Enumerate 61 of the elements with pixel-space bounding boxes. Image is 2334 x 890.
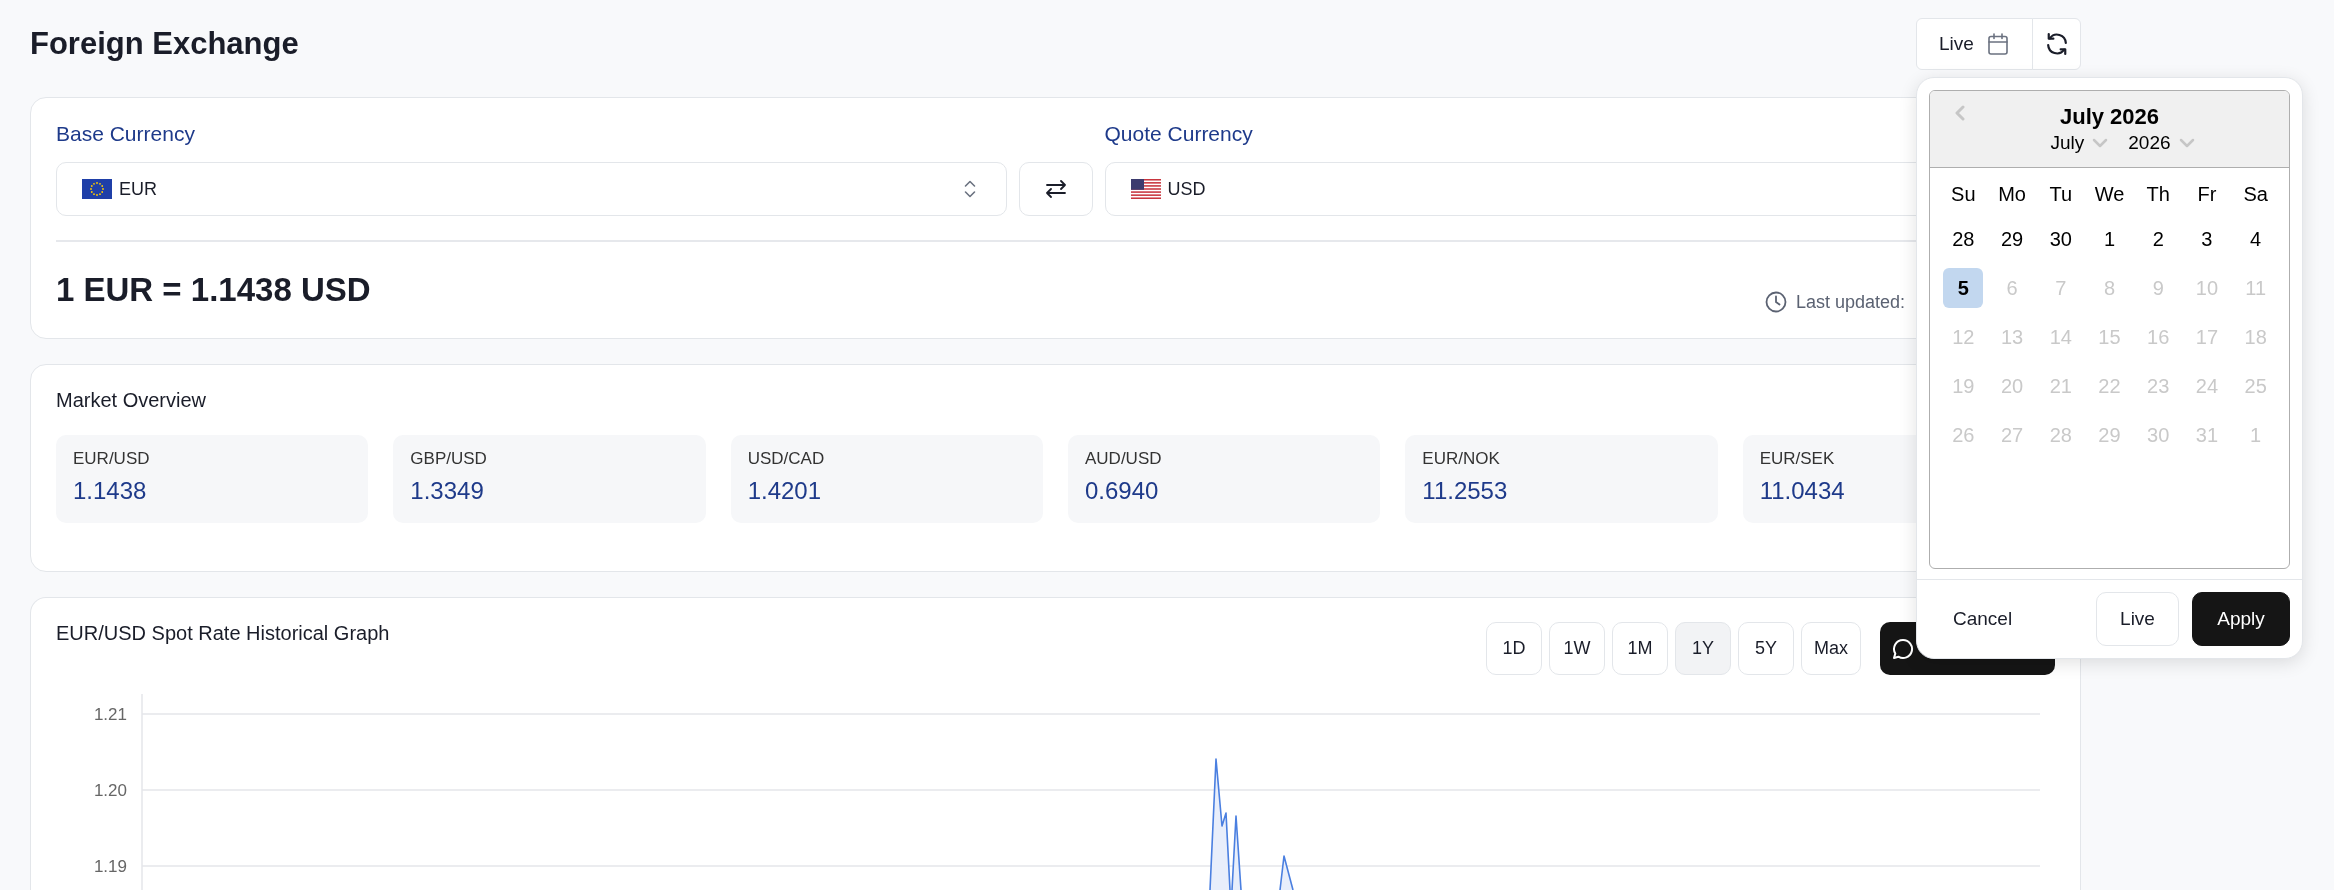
weekday-label: Su: [1950, 182, 1977, 207]
calendar-day[interactable]: 2: [2138, 218, 2179, 259]
weekday-label: Th: [2145, 182, 2171, 207]
rate-value: 1.3349: [410, 476, 485, 506]
rate-value: 11.0434: [1759, 476, 1846, 506]
month-dropdown[interactable]: July: [2050, 131, 2109, 155]
y-axis-label: 1.20: [93, 780, 127, 800]
chevron-down-icon: [2178, 138, 2195, 148]
weekday-label: Sa: [2242, 182, 2269, 207]
field-label: Quote Currency: [1104, 121, 1254, 147]
calendar-icon: [1987, 33, 2008, 55]
calendar-day[interactable]: 4: [2235, 218, 2276, 259]
range-tab[interactable]: 1D: [1486, 622, 1542, 675]
range-tab[interactable]: 1M: [1612, 622, 1668, 675]
clock-icon: [1764, 291, 1787, 313]
date-mode-button[interactable]: Live: [1916, 18, 2033, 70]
currency-pair-label: EUR/NOK: [1422, 448, 1501, 470]
currency-pair-label: EUR/SEK: [1759, 448, 1836, 470]
range-tab[interactable]: 1Y: [1675, 622, 1731, 675]
exchange-rate: 1 EUR = 1.1438 USD: [56, 270, 371, 311]
y-axis-label: 1.21: [93, 704, 127, 724]
section-title: EUR/USD Spot Rate Historical Graph: [56, 621, 390, 646]
swap-button[interactable]: [1018, 162, 1093, 216]
calendar-day[interactable]: 29: [1992, 218, 2033, 259]
chevron-down-icon: [2092, 138, 2109, 148]
calendar-day[interactable]: 28: [1943, 218, 1984, 259]
calendar-day[interactable]: 3: [2186, 218, 2227, 259]
weekday-label: Fr: [2196, 182, 2218, 207]
us-flag-icon: [1130, 179, 1161, 199]
range-tab[interactable]: Max: [1801, 622, 1861, 675]
y-axis-label: 1.19: [93, 856, 127, 876]
apply-button[interactable]: Apply: [2192, 592, 2290, 646]
live-button[interactable]: Live: [2096, 592, 2179, 646]
currency-pair-label: USD/CAD: [747, 448, 826, 470]
rate-value: 1.1438: [73, 476, 148, 506]
weekday-label: Mo: [1997, 182, 2027, 207]
rate-value: 1.4201: [747, 476, 823, 506]
cancel-button[interactable]: Cancel: [1929, 592, 2037, 646]
swap-arrows-icon: [1044, 180, 1067, 198]
weekday-label: We: [2093, 182, 2126, 207]
field-label: Base Currency: [56, 121, 196, 147]
currency-pair-label: EUR/USD: [73, 448, 151, 470]
currency-pair-label: GBP/USD: [410, 448, 488, 470]
rate-value: 11.2553: [1422, 476, 1509, 506]
currency-select[interactable]: EUR: [56, 162, 1007, 216]
chevron-up-down-icon: [963, 179, 976, 199]
refresh-icon[interactable]: [2045, 33, 2068, 55]
calendar-heading: July 2026: [2059, 103, 2160, 131]
eu-flag-icon: [82, 179, 112, 199]
calendar-day[interactable]: 30: [2040, 218, 2081, 259]
range-tab[interactable]: 1W: [1549, 622, 1605, 675]
calendar-day[interactable]: 1: [2089, 218, 2130, 259]
range-tab[interactable]: 5Y: [1738, 622, 1794, 675]
currency-pair-label: AUD/USD: [1085, 448, 1163, 470]
refresh-button[interactable]: [2032, 18, 2081, 70]
speech-bubble-icon: [1892, 637, 1914, 660]
page-title: Foreign Exchange: [30, 25, 299, 63]
rate-value: 0.6940: [1085, 476, 1160, 506]
calendar-day[interactable]: 5: [1943, 267, 1984, 308]
year-dropdown[interactable]: 2026: [2128, 131, 2195, 155]
last-updated-label: Last updated:: [1795, 290, 1905, 314]
